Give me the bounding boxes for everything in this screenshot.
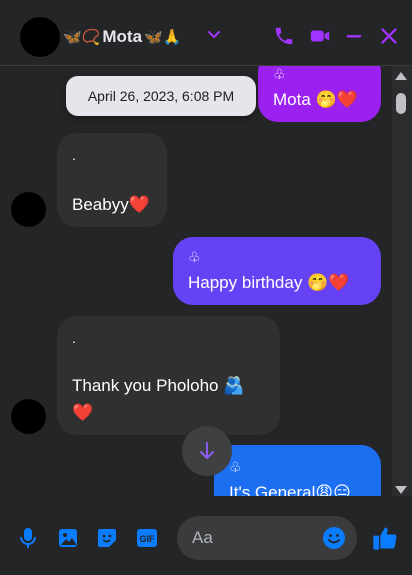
emoji-icon[interactable] <box>322 526 346 550</box>
scrollbar-track[interactable] <box>392 66 412 496</box>
sender-avatar[interactable] <box>11 192 46 227</box>
chat-header: 🦋📿 Mota 🦋🙏 <box>0 0 412 66</box>
message-bubble-sent[interactable]: ♧ Happy birthday 🤭❤️ <box>173 237 381 305</box>
message-bubble-sent[interactable]: ♧ Mota 🤭❤️ <box>258 66 381 122</box>
chevron-down-icon[interactable] <box>205 26 223 44</box>
timestamp-tooltip: April 26, 2023, 6:08 PM <box>66 76 256 116</box>
contact-name[interactable]: 🦋📿 Mota 🦋🙏 <box>63 27 181 47</box>
sender-avatar[interactable] <box>11 399 46 434</box>
minimize-icon[interactable] <box>343 25 365 47</box>
scroll-down-arrow[interactable] <box>395 486 407 494</box>
message-text: Mota 🤭❤️ <box>273 90 358 109</box>
scrollbar-thumb[interactable] <box>396 93 406 114</box>
scroll-to-bottom-button[interactable] <box>182 426 232 476</box>
name-suffix-emoji: 🦋🙏 <box>144 28 182 46</box>
message-bubble-sent[interactable]: ♧ It's General😩😑 <box>214 445 381 496</box>
message-tag: ♧ <box>273 66 286 82</box>
contact-avatar[interactable] <box>20 17 60 57</box>
phone-call-icon[interactable] <box>273 25 295 47</box>
message-text-line2: ❤️ <box>72 403 94 422</box>
message-tag: ♧ <box>188 249 201 265</box>
timestamp-text: April 26, 2023, 6:08 PM <box>87 88 235 104</box>
close-icon[interactable] <box>378 25 400 47</box>
arrow-down-icon <box>200 442 214 459</box>
message-bubble-received[interactable]: . Beabyy❤️ <box>57 133 167 227</box>
photo-icon[interactable] <box>56 526 80 550</box>
svg-text:GIF: GIF <box>140 534 156 544</box>
thumbs-up-icon[interactable] <box>371 524 399 552</box>
message-text: Beabyy❤️ <box>72 195 150 214</box>
message-tag: ♧ <box>229 459 242 475</box>
message-bubble-received[interactable]: . Thank you Pholoho 🫂 ❤️ <box>57 316 280 435</box>
message-text: Happy birthday 🤭❤️ <box>188 273 350 292</box>
name-prefix-emoji: 🦋📿 <box>63 28 101 46</box>
contact-name-text: Mota <box>102 27 143 46</box>
microphone-icon[interactable] <box>16 526 40 550</box>
message-text: Thank you Pholoho 🫂 <box>72 376 245 395</box>
scroll-up-arrow[interactable] <box>395 72 407 80</box>
sticker-icon[interactable] <box>95 526 119 550</box>
message-text: It's General😩😑 <box>229 483 351 496</box>
message-tag: . <box>72 147 76 163</box>
gif-icon[interactable]: GIF <box>135 526 159 550</box>
message-input[interactable] <box>192 527 312 549</box>
video-call-icon[interactable] <box>309 25 331 47</box>
message-tag: . <box>72 330 76 346</box>
